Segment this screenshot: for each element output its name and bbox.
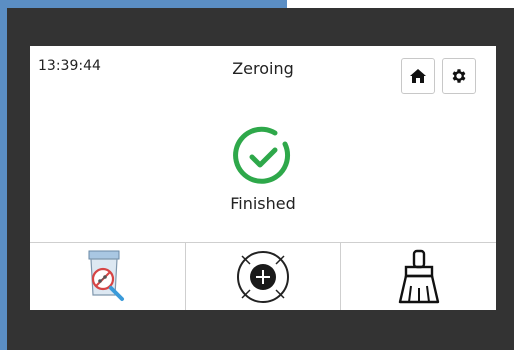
bezel-top-strip — [287, 0, 514, 8]
clean-button[interactable] — [341, 243, 496, 310]
add-center-button[interactable] — [186, 243, 342, 310]
sample-inspection-button[interactable] — [30, 243, 186, 310]
home-button[interactable] — [401, 58, 435, 94]
device-screen: 13:39:44 Zeroing Finished — [30, 46, 496, 310]
status-text: Finished — [230, 194, 296, 213]
settings-button[interactable] — [442, 58, 476, 94]
bottom-action-bar — [30, 242, 496, 310]
add-crosshair-icon — [237, 250, 289, 303]
broom-clean-icon — [398, 249, 439, 303]
sample-inspection-icon — [88, 250, 125, 301]
gear-icon — [452, 69, 466, 83]
home-icon — [410, 69, 426, 83]
check-circle-icon — [233, 126, 291, 184]
